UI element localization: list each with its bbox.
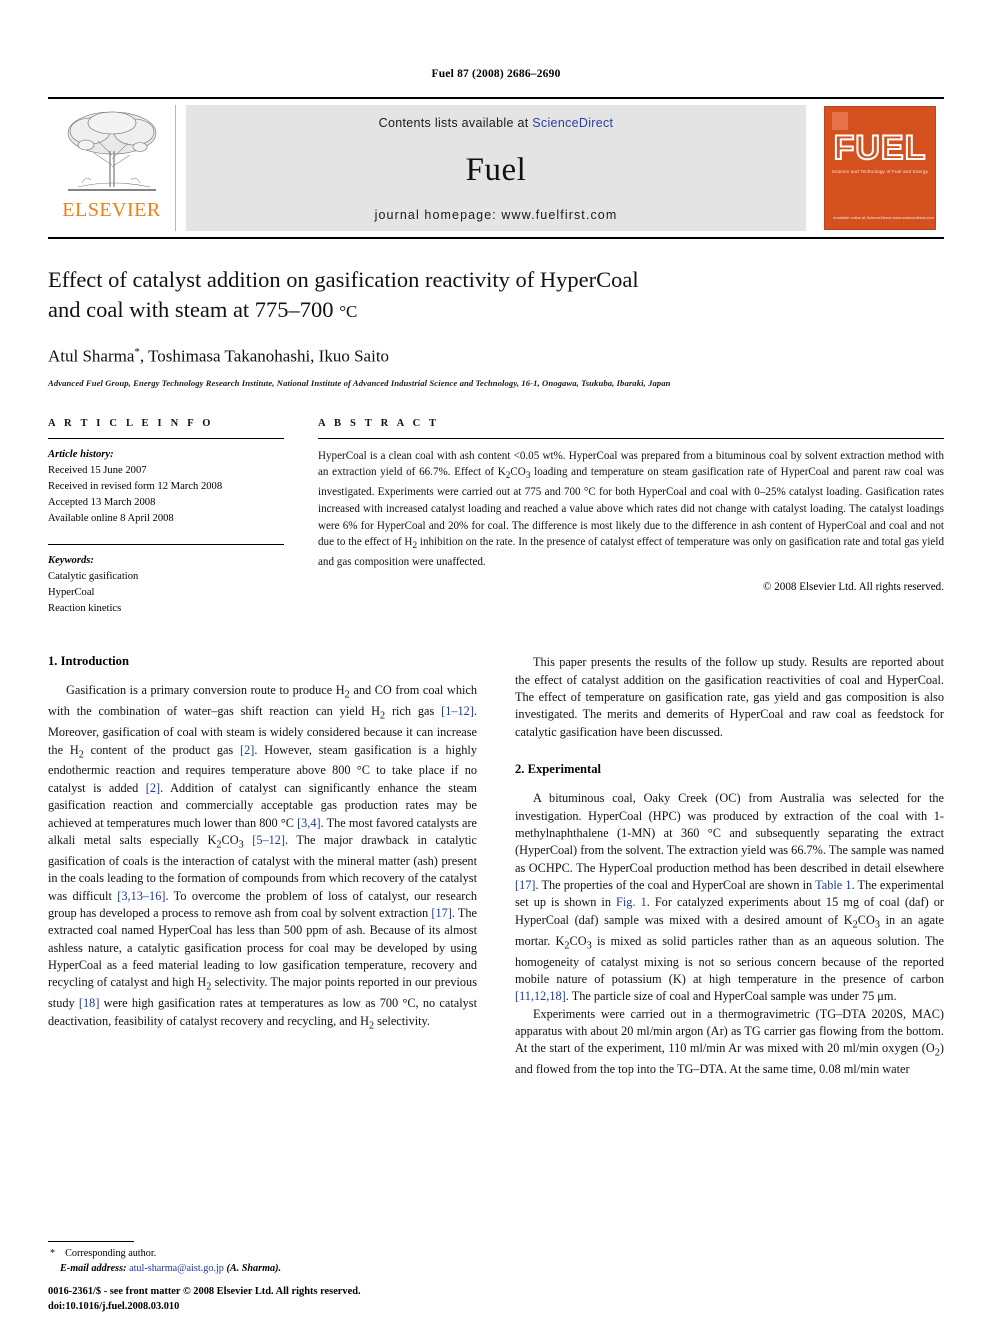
- experimental-paragraph-2: Experiments were carried out in a thermo…: [515, 1006, 944, 1077]
- article-info-rule: [48, 437, 284, 439]
- section-title-experimental: 2. Experimental: [515, 762, 602, 777]
- footnote-star: *: [50, 1248, 56, 1260]
- fuel-cover: FUEL Science and Technology of Fuel and …: [824, 106, 936, 230]
- reference-link[interactable]: [3,13–16]: [117, 889, 165, 903]
- article-info-column: A R T I C L E I N F O Article history: R…: [48, 418, 284, 618]
- keywords-rule: [48, 543, 284, 545]
- footnote-corresponding: * Corresponding author.: [48, 1247, 477, 1262]
- cover-wordmark: FUEL: [833, 129, 927, 167]
- journal-banner: ELSEVIER Contents lists available at Sci…: [48, 97, 944, 239]
- keywords-heading: Keywords:: [48, 554, 94, 566]
- info-abstract-row: A R T I C L E I N F O Article history: R…: [48, 418, 944, 618]
- reference-link[interactable]: [1–12]: [441, 704, 474, 718]
- reference-link[interactable]: [2]: [240, 743, 254, 757]
- sciencedirect-link[interactable]: ScienceDirect: [532, 116, 613, 130]
- journal-cover-thumbnail: FUEL Science and Technology of Fuel and …: [816, 105, 944, 231]
- intro-paragraph-2: This paper presents the results of the f…: [515, 655, 944, 739]
- footnote-rule: [48, 1241, 134, 1243]
- doi-line: doi:10.1016/j.fuel.2008.03.010: [48, 1301, 180, 1313]
- keyword-item: Reaction kinetics: [48, 603, 122, 615]
- issn-line: 0016-2361/$ - see front matter © 2008 El…: [48, 1286, 361, 1298]
- cover-subtitle: Science and Technology of Fuel and Energ…: [831, 169, 929, 174]
- abstract-text: HyperCoal is a clean coal with ash conte…: [318, 449, 944, 569]
- authors-rest: , Toshimasa Takanohashi, Ikuo Saito: [139, 346, 390, 366]
- intro-paragraph-1: Gasification is a primary conversion rou…: [48, 683, 478, 1032]
- banner-top-rule: [48, 97, 944, 99]
- email-suffix: (A. Sharma).: [226, 1263, 282, 1275]
- crossref-link[interactable]: Table 1: [815, 878, 851, 892]
- experimental-paragraph-1: A bituminous coal, Oaky Creek (OC) from …: [515, 791, 945, 1004]
- title-degree-unit: °C: [339, 301, 358, 321]
- author-first: Atul Sharma: [48, 346, 135, 366]
- body-column-left: 1. Introduction Gasification is a primar…: [48, 654, 477, 1078]
- email-label: E-mail address:: [60, 1263, 127, 1275]
- history-accepted: Accepted 13 March 2008: [48, 496, 156, 508]
- page-title: Effect of catalyst addition on gasificat…: [48, 265, 944, 325]
- section-title-introduction: 1. Introduction: [48, 654, 129, 669]
- contents-banner: Contents lists available at ScienceDirec…: [186, 105, 806, 231]
- title-line-2: and coal with steam at 775–700: [48, 296, 340, 322]
- elsevier-wordmark: ELSEVIER: [62, 199, 161, 221]
- reference-link[interactable]: [18]: [79, 996, 100, 1010]
- crossref-link[interactable]: Fig. 1: [616, 895, 647, 909]
- reference-link[interactable]: [11,12,18]: [515, 989, 566, 1003]
- journal-homepage: journal homepage: www.fuelfirst.com: [374, 208, 618, 222]
- elsevier-logo: ELSEVIER: [48, 105, 176, 231]
- keyword-item: Catalytic gasification: [48, 571, 139, 583]
- reference-link[interactable]: [3,4]: [297, 816, 321, 830]
- elsevier-mark-icon: [832, 112, 848, 130]
- banner-bottom-rule: [48, 237, 944, 239]
- reference-link[interactable]: [17]: [515, 878, 536, 892]
- abstract-column: A B S T R A C T HyperCoal is a clean coa…: [318, 418, 944, 618]
- contents-prefix: Contents lists available at: [378, 116, 533, 130]
- abstract-copyright: © 2008 Elsevier Ltd. All rights reserved…: [763, 580, 944, 593]
- body-columns: 1. Introduction Gasification is a primar…: [48, 654, 944, 1078]
- body-column-right: This paper presents the results of the f…: [515, 654, 944, 1078]
- author-list: Atul Sharma*, Toshimasa Takanohashi, Iku…: [48, 346, 944, 367]
- email-link[interactable]: atul-sharma@aist.go.jp: [129, 1263, 224, 1274]
- paper-page: Fuel 87 (2008) 2686–2690 ELSEVIER Conten…: [0, 0, 992, 1323]
- contents-available-line: Contents lists available at ScienceDirec…: [379, 116, 614, 130]
- history-received: Received 15 June 2007: [48, 464, 147, 476]
- history-online: Available online 8 April 2008: [48, 512, 174, 524]
- affiliation: Advanced Fuel Group, Energy Technology R…: [48, 377, 671, 388]
- title-line-1: Effect of catalyst addition on gasificat…: [48, 267, 639, 292]
- reference-link[interactable]: [2]: [146, 781, 160, 795]
- history-revised: Received in revised form 12 March 2008: [48, 480, 223, 492]
- footnote-email-line: E-mail address: atul-sharma@aist.go.jp (…: [48, 1262, 477, 1277]
- keywords-block: Keywords: Catalytic gasification HyperCo…: [48, 553, 284, 617]
- footer-issn-block: 0016-2361/$ - see front matter © 2008 El…: [48, 1285, 508, 1315]
- corresponding-author-footnote: * Corresponding author. E-mail address: a…: [48, 1241, 477, 1277]
- running-head: Fuel 87 (2008) 2686–2690: [431, 68, 561, 80]
- keyword-item: HyperCoal: [48, 587, 95, 599]
- article-info-label: A R T I C L E I N F O: [48, 417, 214, 429]
- footnote-corresponding-text: Corresponding author.: [65, 1248, 157, 1260]
- reference-link[interactable]: [17]: [431, 906, 452, 920]
- article-history: Article history: Received 15 June 2007 R…: [48, 447, 284, 527]
- cover-footer-text: Available online at ScienceDirect www.sc…: [833, 215, 934, 220]
- elsevier-tree-icon: [67, 111, 156, 191]
- reference-link[interactable]: [5–12]: [252, 833, 285, 847]
- journal-title: Fuel: [465, 151, 527, 188]
- article-history-heading: Article history:: [48, 448, 114, 460]
- abstract-rule: [318, 437, 944, 439]
- abstract-label: A B S T R A C T: [318, 417, 440, 429]
